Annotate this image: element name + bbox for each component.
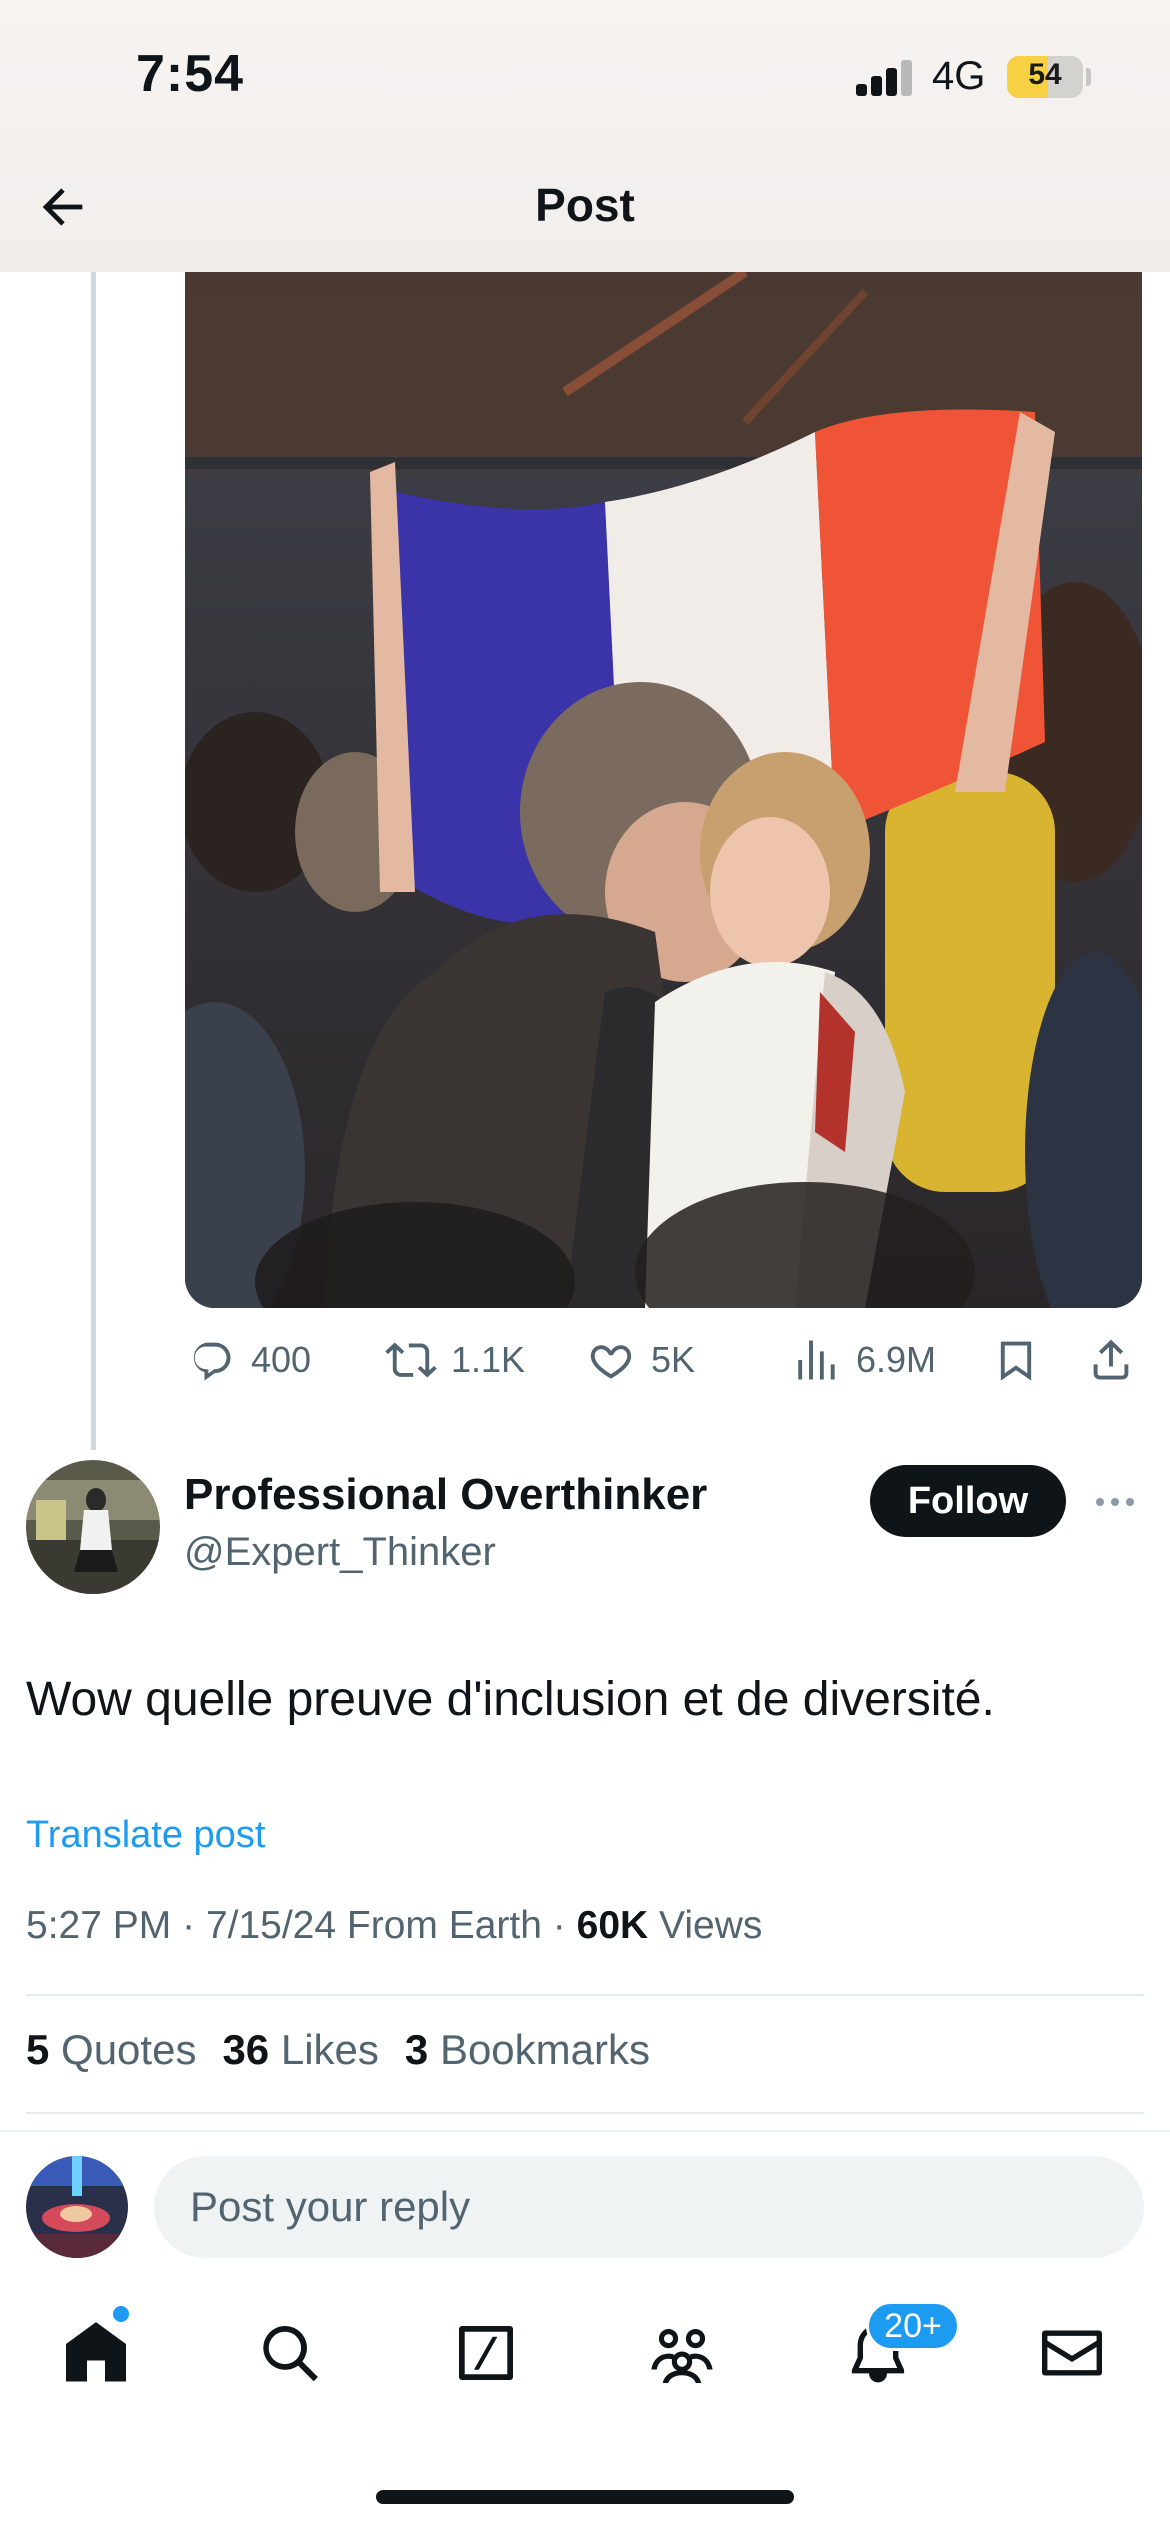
more-options-icon[interactable] (1090, 1480, 1140, 1524)
photo-illustration (185, 272, 1142, 1308)
likes-stat[interactable]: 36 Likes (222, 2026, 378, 2074)
post-stats: 5 Quotes 36 Likes 3 Bookmarks (26, 2026, 650, 2074)
reply-count: 400 (251, 1339, 312, 1380)
divider (26, 2112, 1144, 2114)
bookmarks-label: Bookmarks (439, 2026, 650, 2073)
like-action[interactable]: 5K (585, 1330, 695, 1390)
grok-icon (459, 2326, 513, 2380)
battery-cap (1086, 68, 1091, 86)
tab-communities[interactable] (622, 2298, 742, 2408)
home-unread-dot (113, 2306, 129, 2322)
post-views-label: Views (659, 1904, 763, 1947)
likes-label: Likes (280, 2026, 379, 2073)
bottom-tab-bar (0, 2290, 1170, 2420)
post-date: 7/15/24 (205, 1904, 337, 1947)
notifications-badge: 20+ (866, 2301, 960, 2351)
bookmark-action[interactable] (990, 1330, 1042, 1390)
bookmark-icon (1000, 1341, 1032, 1381)
quotes-stat[interactable]: 5 Quotes (26, 2026, 196, 2074)
meta-separator: · (182, 1904, 196, 1947)
home-icon (66, 2322, 126, 2382)
bookmarks-count: 3 (404, 2026, 429, 2073)
views-action[interactable]: 6.9M (790, 1330, 936, 1390)
repost-count: 1.1K (451, 1339, 526, 1380)
home-indicator[interactable] (376, 2490, 794, 2504)
reply-action[interactable]: 400 (185, 1330, 311, 1390)
bookmarks-stat[interactable]: 3 Bookmarks (405, 2026, 650, 2074)
post-time: 5:27 PM (26, 1904, 172, 1947)
follow-button[interactable]: Follow (870, 1465, 1066, 1537)
tab-home[interactable] (36, 2298, 156, 2408)
share-action[interactable] (1085, 1330, 1137, 1390)
author-avatar[interactable] (26, 1460, 160, 1594)
tab-grok[interactable] (426, 2298, 546, 2408)
repost-action[interactable]: 1.1K (385, 1330, 525, 1390)
author-handle[interactable]: @Expert_Thinker (184, 1530, 496, 1575)
top-bar: 7:54 4G 54 Post (0, 0, 1170, 272)
reply-icon (193, 1342, 231, 1381)
tab-search[interactable] (230, 2298, 350, 2408)
translate-post-link[interactable]: Translate post (26, 1814, 265, 1857)
post-source: From Earth (346, 1904, 542, 1947)
meta-separator: · (552, 1904, 566, 1947)
tab-messages[interactable] (1012, 2298, 1132, 2408)
author-display-name[interactable]: Professional Overthinker (184, 1470, 707, 1520)
divider (26, 1994, 1144, 1996)
battery-icon: 54 (1007, 56, 1083, 98)
post-text: Wow quelle preuve d'inclusion et de dive… (26, 1673, 995, 1726)
share-icon (1093, 1339, 1129, 1380)
like-count: 5K (651, 1339, 696, 1380)
post-photo[interactable] (185, 272, 1142, 1308)
thread-line (91, 272, 96, 1450)
communities-icon (651, 2329, 713, 2383)
post-metadata: 5:27 PM · 7/15/24 From Earth · 60K Views (26, 1904, 762, 1948)
signal-strength-icon (856, 60, 912, 96)
post-views-count: 60K (576, 1904, 649, 1947)
quoted-post-actions: 400 1.1K 5K 6.9M (185, 1330, 1145, 1390)
reply-input[interactable] (154, 2156, 1144, 2258)
repost-icon (385, 1342, 437, 1378)
status-time: 7:54 (136, 45, 245, 103)
views-chart-icon (798, 1340, 835, 1380)
battery-level: 54 (1028, 58, 1062, 91)
mail-icon (1042, 2330, 1102, 2376)
quotes-label: Quotes (61, 2026, 197, 2073)
heart-icon (590, 1345, 632, 1379)
page-title: Post (535, 179, 635, 231)
avatar-image (26, 2156, 128, 2258)
quotes-count: 5 (26, 2026, 50, 2073)
current-user-avatar[interactable] (26, 2156, 128, 2258)
network-type: 4G (932, 54, 986, 98)
likes-count: 36 (222, 2026, 270, 2073)
search-icon (263, 2325, 318, 2382)
avatar-image (26, 1460, 160, 1594)
views-count: 6.9M (856, 1339, 937, 1380)
